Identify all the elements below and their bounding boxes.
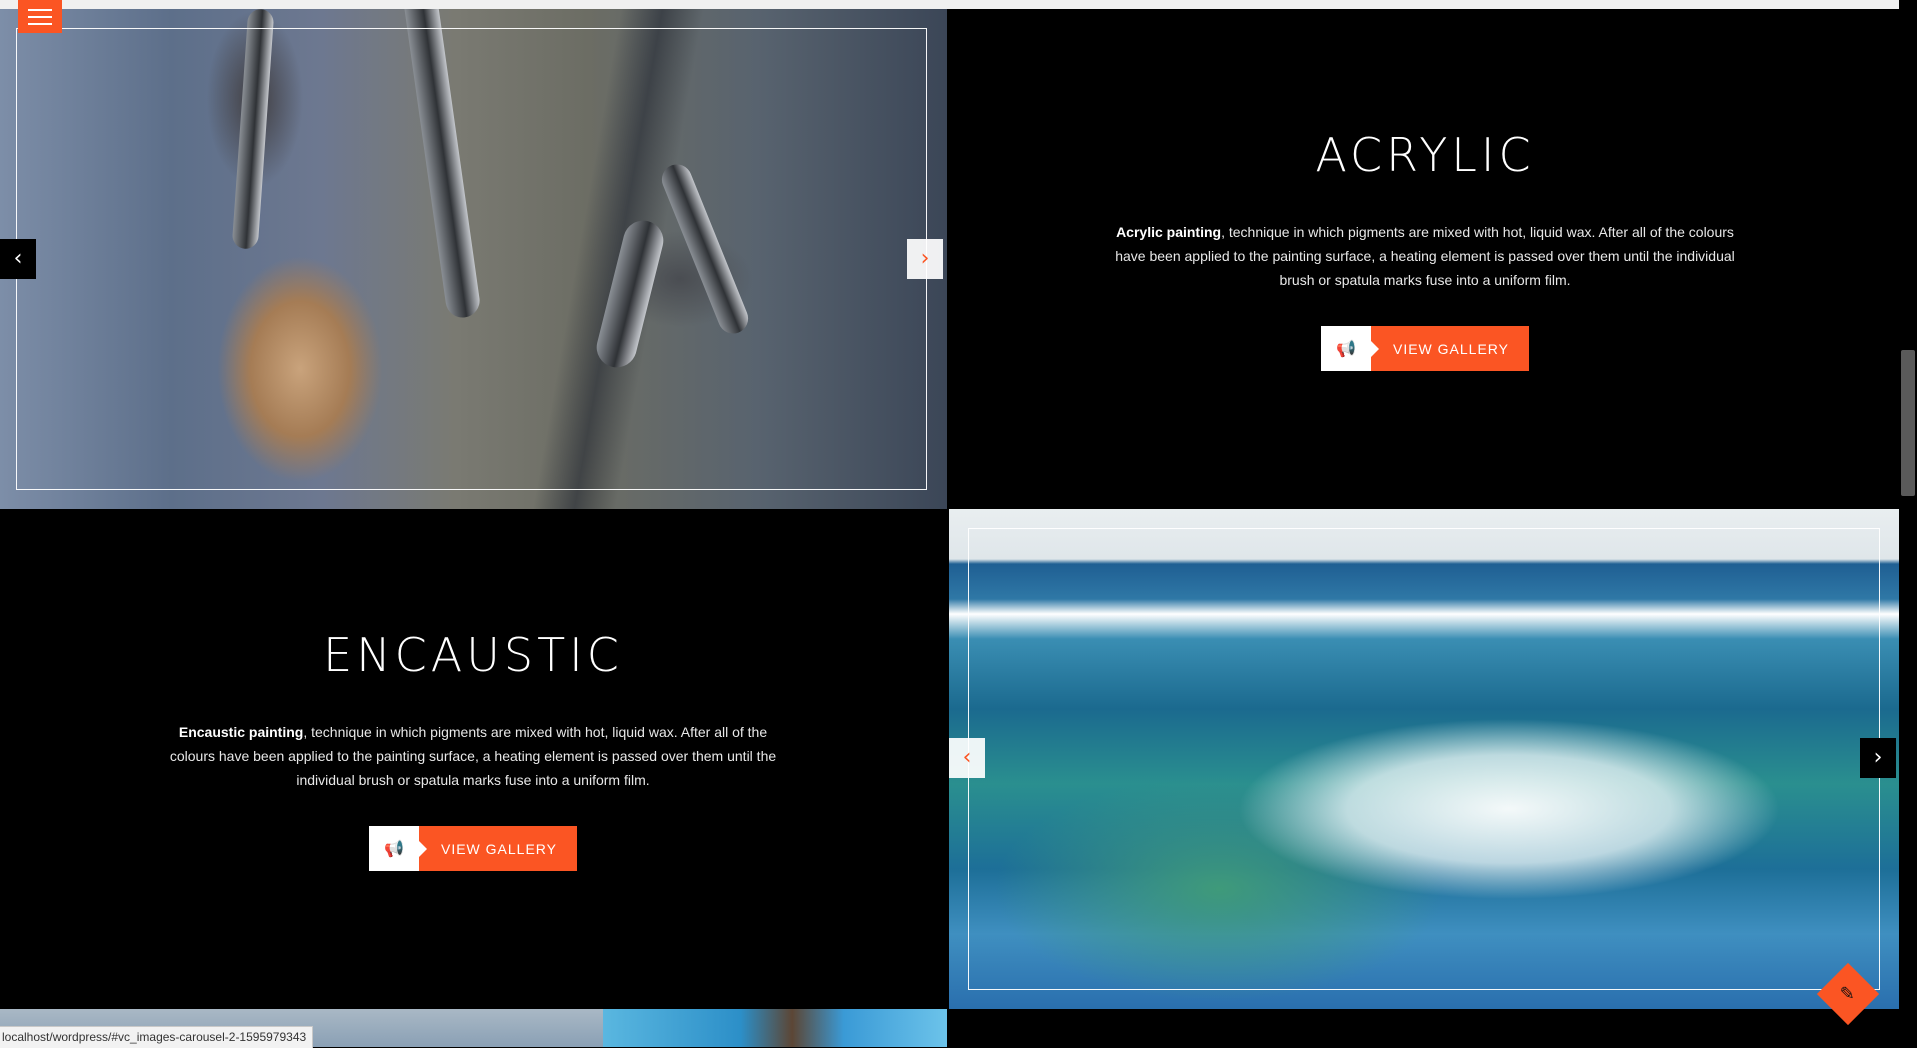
carousel-next-button[interactable]: › <box>907 239 943 279</box>
description-bold: Acrylic painting <box>1116 224 1222 240</box>
encaustic-image-carousel[interactable] <box>949 509 1899 1009</box>
menu-line <box>28 22 52 25</box>
paint-drip <box>402 9 482 320</box>
megaphone-icon: 📢 <box>1320 326 1379 371</box>
hamburger-icon[interactable] <box>18 0 62 33</box>
next-section-image <box>603 1009 947 1047</box>
chevron-right-icon: › <box>1873 745 1883 770</box>
paint-drip <box>592 216 668 372</box>
encaustic-section: ENCAUSTIC Encaustic painting, technique … <box>158 628 788 871</box>
view-gallery-button[interactable]: 📢 VIEW GALLERY <box>368 826 577 871</box>
megaphone-icon: 📢 <box>368 826 427 871</box>
chevron-left-icon: ‹ <box>13 246 23 271</box>
view-gallery-button[interactable]: 📢 VIEW GALLERY <box>1320 326 1529 371</box>
menu-line <box>28 15 52 18</box>
section-description: Encaustic painting, technique in which p… <box>158 720 788 792</box>
carousel-prev-button[interactable]: ‹ <box>949 738 985 778</box>
view-gallery-label: VIEW GALLERY <box>418 826 577 871</box>
section-description: Acrylic painting, technique in which pig… <box>1110 220 1740 292</box>
paint-drip <box>657 159 753 339</box>
acrylic-image-carousel[interactable] <box>0 9 947 509</box>
carousel-prev-button[interactable]: ‹ <box>0 239 36 279</box>
top-strip <box>0 0 1917 9</box>
status-bar-url: localhost/wordpress/#vc_images-carousel-… <box>0 1026 314 1048</box>
paint-drip <box>231 9 275 250</box>
chevron-right-icon: › <box>920 246 930 271</box>
scrollbar-thumb[interactable] <box>1901 350 1915 496</box>
chevron-left-icon: ‹ <box>962 745 972 770</box>
section-title: ACRYLIC <box>1315 128 1535 182</box>
description-bold: Encaustic painting <box>178 724 304 740</box>
acrylic-section: ACRYLIC Acrylic painting, technique in w… <box>1110 128 1740 371</box>
section-title: ENCAUSTIC <box>323 628 623 682</box>
menu-line <box>28 8 52 11</box>
carousel-next-button[interactable]: › <box>1860 738 1896 778</box>
image-frame <box>968 528 1880 990</box>
view-gallery-label: VIEW GALLERY <box>1370 326 1529 371</box>
scrollbar-track[interactable] <box>1899 0 1917 1047</box>
pen-nib-icon: ✎ <box>1840 983 1856 1005</box>
